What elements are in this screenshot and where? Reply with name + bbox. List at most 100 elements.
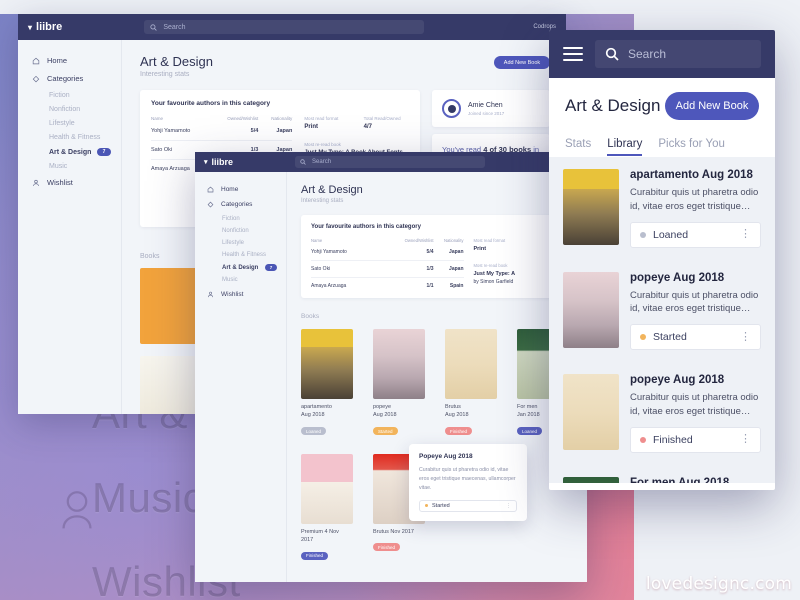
tab-library[interactable]: Library bbox=[607, 138, 643, 156]
list-item[interactable]: popeye Aug 2018 Curabitur quis ut pharet… bbox=[549, 259, 775, 363]
book-date: Aug 2018 bbox=[373, 412, 397, 419]
book-cover[interactable] bbox=[301, 329, 353, 399]
search-icon bbox=[150, 23, 158, 31]
search-placeholder: Search bbox=[628, 47, 667, 61]
status-select[interactable]: Started ⋮ bbox=[630, 324, 761, 351]
book-title: Brutus bbox=[445, 404, 461, 410]
status-select[interactable]: Loaned ⋮ bbox=[630, 221, 761, 248]
hamburger-icon[interactable] bbox=[563, 47, 583, 61]
status-badge: Finished bbox=[301, 551, 329, 560]
status-value: Finished bbox=[653, 433, 693, 446]
sidebar-item-fiction[interactable]: Fiction bbox=[222, 216, 286, 222]
search-icon bbox=[300, 159, 306, 165]
authors-table-header: Name Owned/Wishlist Nationality bbox=[311, 238, 464, 243]
watermark: lovedesignc.com bbox=[645, 574, 792, 594]
book-card[interactable]: apartamento Aug 2018 Loaned bbox=[301, 329, 353, 438]
person-icon bbox=[33, 179, 39, 186]
sidebar-item-nonfiction[interactable]: Nonfiction bbox=[222, 228, 286, 234]
book-card[interactable]: Premium 4 Nov 2017 Finished bbox=[301, 453, 353, 563]
list-item[interactable]: apartamento Aug 2018 Curabitur quis ut p… bbox=[549, 157, 775, 260]
sidebar-label: Art & Design bbox=[49, 148, 92, 156]
sidebar-item-wishlist[interactable]: Wishlist bbox=[32, 178, 121, 187]
book-card[interactable]: popeye Aug 2018 Started bbox=[373, 329, 425, 438]
book-cover[interactable] bbox=[373, 329, 425, 399]
person-icon bbox=[62, 491, 92, 529]
page-title: Art & Design bbox=[301, 184, 363, 196]
status-badge: Finished bbox=[445, 427, 473, 435]
table-row[interactable]: Yohji Yamamoto 5/4 Japan bbox=[151, 128, 292, 134]
book-cover[interactable] bbox=[563, 271, 619, 348]
status-value: Loaned bbox=[653, 228, 689, 241]
col-name: Name bbox=[151, 116, 164, 121]
sidebar-item-health-fitness[interactable]: Health & Fitness bbox=[49, 134, 121, 141]
sidebar-item-music[interactable]: Music bbox=[49, 163, 121, 170]
status-select[interactable]: Started ⋮ bbox=[419, 499, 517, 512]
sidebar-item-fiction[interactable]: Fiction bbox=[49, 92, 121, 99]
stat-label: Total Read/Owned bbox=[363, 116, 401, 121]
topbar-back: ▾ liibre Search Codrops bbox=[18, 14, 566, 40]
book-title: apartamento bbox=[301, 404, 332, 410]
sidebar-item-wishlist[interactable]: Wishlist bbox=[207, 291, 286, 298]
cell-name: Amaya Arzuaga bbox=[311, 283, 347, 289]
list-item[interactable]: popeye Aug 2018 Curabitur quis ut pharet… bbox=[549, 362, 775, 465]
status-select[interactable]: Finished ⋮ bbox=[630, 426, 761, 453]
sidebar-item-music[interactable]: Music bbox=[222, 277, 286, 283]
tab-picks-for-you[interactable]: Picks for You bbox=[658, 138, 724, 150]
avatar[interactable] bbox=[442, 99, 461, 118]
sidebar-item-lifestyle[interactable]: Lifestyle bbox=[49, 120, 121, 127]
book-cover-casa[interactable] bbox=[140, 355, 198, 414]
sidebar-item-home[interactable]: Home bbox=[207, 186, 286, 193]
authors-card-heading: Your favourite authors in this category bbox=[311, 224, 421, 230]
mobile-book-list[interactable]: apartamento Aug 2018 Curabitur quis ut p… bbox=[549, 157, 775, 483]
book-cover[interactable] bbox=[563, 476, 619, 483]
add-new-book-button[interactable]: Add New Book bbox=[494, 56, 550, 69]
sidebar-back: Home Categories Fiction Nonfiction Lifes… bbox=[18, 40, 122, 414]
tab-stats[interactable]: Stats bbox=[565, 138, 591, 150]
window-mid-body: Home Categories Fiction Nonfiction Lifes… bbox=[195, 172, 587, 582]
sidebar-label: Home bbox=[221, 186, 239, 193]
stat-label: Most read format bbox=[304, 116, 339, 121]
book-description: Curabitur quis ut pharetra odio id, vita… bbox=[630, 187, 759, 212]
status-badge: Finished bbox=[373, 543, 401, 552]
search-bar-mid[interactable]: Search bbox=[295, 156, 486, 168]
sidebar-item-art-design[interactable]: Art & Design 7 bbox=[222, 264, 286, 271]
status-dot bbox=[640, 436, 646, 443]
sidebar-item-lifestyle[interactable]: Lifestyle bbox=[222, 240, 286, 246]
search-bar-back[interactable]: Search bbox=[144, 20, 425, 34]
cell-nationality: Japan bbox=[449, 266, 464, 272]
authors-card-mid: Your favourite authors in this category … bbox=[301, 215, 575, 298]
brand-name: liibre bbox=[36, 21, 63, 33]
brand-logo-mid[interactable]: ▾ liibre bbox=[204, 157, 233, 167]
book-cover[interactable] bbox=[445, 329, 497, 399]
sidebar-item-health-fitness[interactable]: Health & Fitness bbox=[222, 252, 286, 258]
book-cover-popeye[interactable] bbox=[140, 267, 198, 344]
col-owned: Owned/Wishlist bbox=[404, 238, 434, 243]
search-bar-mobile[interactable]: Search bbox=[595, 40, 761, 68]
table-row[interactable]: Amaya Arzuaga 1/1 Spain bbox=[311, 283, 464, 289]
list-item[interactable]: For men Aug 2018 Curabitur quis ut phare… bbox=[549, 464, 775, 483]
cell-owned: 5/4 bbox=[426, 249, 434, 255]
sidebar-item-categories[interactable]: Categories bbox=[207, 201, 286, 208]
tag-icon bbox=[32, 75, 40, 82]
sidebar-item-categories[interactable]: Categories bbox=[32, 74, 121, 83]
book-cover[interactable] bbox=[563, 169, 619, 245]
window-desktop-mid: ▾ liibre Search Home Categories Fiction … bbox=[195, 152, 587, 582]
brand-logo-back[interactable]: ▾ liibre bbox=[28, 21, 62, 33]
book-cover[interactable] bbox=[301, 453, 353, 524]
mobile-header: Art & Design Add New Book Stats Library … bbox=[549, 78, 775, 157]
main-mid: Art & Design Interesting stats Your favo… bbox=[287, 172, 587, 582]
col-nationality: Nationality bbox=[443, 238, 464, 243]
sidebar-label: Wishlist bbox=[221, 291, 244, 298]
book-card[interactable]: Brutus Aug 2018 Finished bbox=[445, 329, 497, 438]
book-date: Aug 2018 bbox=[445, 412, 469, 419]
chevron-updown-icon: ⋮ bbox=[740, 330, 751, 343]
sidebar-item-nonfiction[interactable]: Nonfiction bbox=[49, 106, 121, 113]
table-row[interactable]: Sato Oki 1/3 Japan bbox=[311, 266, 464, 272]
sidebar-item-home[interactable]: Home bbox=[32, 56, 121, 65]
book-title: popeye Aug 2018 bbox=[630, 374, 725, 387]
book-date: 2017 bbox=[301, 536, 314, 543]
add-new-book-button[interactable]: Add New Book bbox=[665, 92, 759, 120]
sidebar-item-art-design[interactable]: Art & Design 7 bbox=[49, 148, 121, 156]
table-row[interactable]: Yohji Yamamoto 5/4 Japan bbox=[311, 249, 464, 255]
book-cover[interactable] bbox=[563, 374, 619, 451]
